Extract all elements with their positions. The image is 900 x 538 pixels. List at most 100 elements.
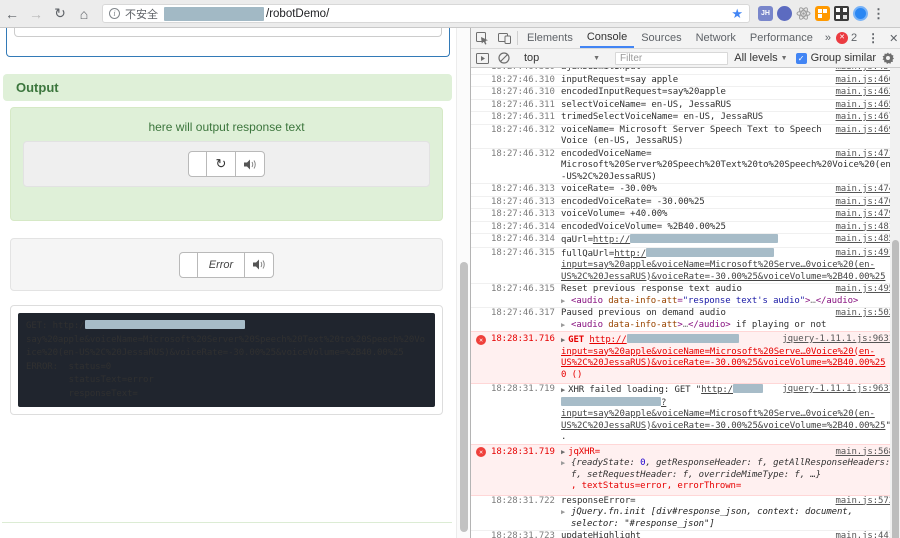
console-settings-gear-icon[interactable] (876, 52, 900, 64)
console-source-link[interactable]: main.js:441 (835, 531, 894, 538)
log-levels-dropdown[interactable]: All levels ▼ (734, 52, 787, 64)
tab-console[interactable]: Console (579, 28, 635, 48)
back-icon[interactable]: ← (0, 6, 24, 22)
reload-icon[interactable]: ↻ (48, 5, 72, 22)
console-text: ajaxSubmitInput (561, 68, 641, 72)
console-url-link[interactable]: http:// (593, 235, 630, 245)
console-message: main.js:481 encodedVoiceVolume= %2B40.00%… (561, 222, 900, 234)
console-source-link[interactable]: main.js:479 (835, 209, 894, 221)
extension-jh-icon[interactable]: JH (758, 6, 773, 21)
extension-blue-icon[interactable] (853, 6, 868, 21)
console-timestamp: 18:27:46.315 (491, 247, 555, 258)
console-source-link[interactable]: main.js:469 (835, 125, 894, 137)
console-source-link[interactable]: main.js:474 (835, 184, 894, 196)
console-message: main.js:469 voiceName= Microsoft Server S… (561, 125, 900, 148)
ondemand-error-button[interactable]: Error (197, 251, 245, 278)
console-scrollbar-thumb[interactable] (891, 240, 899, 538)
console-message: main.js:479 voiceVolume= +40.00% (561, 209, 900, 221)
info-icon[interactable]: i (109, 8, 120, 19)
ondemand-play-button[interactable] (179, 251, 198, 278)
expand-arrow-icon[interactable]: ▶ (561, 507, 571, 530)
console-error-row: ✕ 18:28:31.719 main.js:568 ▶ jqXHR= ▶ {readySt… (471, 443, 900, 496)
extension-orange-icon[interactable] (815, 6, 830, 21)
console-url-link[interactable]: http:/ (701, 385, 733, 395)
console-source-link[interactable]: main.js:502 (835, 308, 894, 320)
console-text: encodedInputRequest=say%20apple (561, 87, 726, 97)
console-row-gutter (471, 87, 491, 99)
inspect-element-icon[interactable] (471, 28, 493, 48)
extension-circle-icon[interactable] (777, 6, 792, 21)
console-source-link[interactable]: main.js:467 (835, 112, 894, 124)
console-message: main.js:474 voiceRate= -30.00% (561, 184, 900, 196)
console-text: , setRequestHeader: (576, 469, 683, 480)
console-source-link[interactable]: main.js:476 (835, 197, 894, 209)
bookmark-star-icon[interactable]: ★ (731, 6, 743, 22)
page-scrollbar-track[interactable] (456, 28, 470, 538)
console-message: main.js:573 responseError= ▶ jQuery.fn.init… (561, 496, 900, 531)
clear-console-icon[interactable] (493, 52, 515, 64)
console-source-link[interactable]: main.js:471 (835, 149, 894, 161)
browser-menu-icon[interactable]: ⋮ (872, 6, 885, 22)
console-source-link[interactable]: main.js:460 (835, 75, 894, 87)
console-text: Reset previous response text audio (561, 284, 742, 294)
input-panel-bottom (6, 28, 450, 57)
console-log-row: 18:27:46.315 main.js:491 fullQaUrl=http:/i… (471, 247, 900, 284)
console-text: updateHighlight (561, 531, 641, 538)
expand-arrow-icon[interactable]: ▶ (561, 458, 571, 481)
expand-arrow-icon[interactable]: ▶ (561, 336, 565, 344)
console-scrollbar-track[interactable] (890, 68, 900, 538)
console-source-link[interactable]: main.js:495 (835, 284, 894, 296)
console-url-link[interactable]: http:/ (614, 249, 646, 259)
console-filter-input[interactable] (615, 51, 729, 65)
console-url-link[interactable]: input=say%20apple&voiceName=Microsoft%20… (561, 347, 886, 369)
console-row-gutter (471, 209, 491, 221)
group-similar-checkbox[interactable]: ✓ (795, 52, 807, 64)
extension-qr-icon[interactable] (834, 6, 849, 21)
audio-play-button[interactable] (188, 151, 207, 177)
next-panel-edge (2, 522, 452, 523)
console-source-link[interactable]: main.js:462 (835, 87, 894, 99)
expand-arrow-icon[interactable]: ▶ (561, 386, 565, 394)
response-audio-well: ↻ (23, 141, 430, 187)
more-tabs-button[interactable]: » (820, 28, 836, 48)
console-text: Microsoft%20Server%20Speech%20Text%20to%… (561, 160, 891, 182)
device-toolbar-icon[interactable] (493, 28, 515, 48)
console-source-link[interactable]: jquery-1.11.1.js:9631 (782, 384, 894, 396)
console-row-gutter: ✕ (471, 334, 491, 381)
console-url-link[interactable]: http:// (589, 335, 626, 345)
console-source-link[interactable]: main.js:573 (835, 496, 894, 508)
console-text: encodedVoiceRate= -30.00%25 (561, 196, 705, 207)
console-source-link[interactable]: main.js:491 (835, 248, 894, 260)
tab-network[interactable]: Network (689, 28, 743, 48)
expand-arrow-icon[interactable]: ▶ (561, 320, 571, 332)
home-icon[interactable]: ⌂ (72, 6, 96, 22)
extension-atom-icon[interactable] (796, 6, 811, 21)
forward-icon[interactable]: → (24, 6, 48, 22)
page-scrollbar-thumb[interactable] (460, 262, 468, 532)
console-source-link[interactable]: main.js:465 (835, 100, 894, 112)
console-source-link[interactable]: main.js:457 (835, 68, 894, 74)
audio-volume-button[interactable] (235, 151, 265, 177)
tab-sources[interactable]: Sources (634, 28, 688, 48)
console-sidebar-icon[interactable] (471, 52, 493, 64)
address-bar[interactable]: i 不安全 /robotDemo/ ★ (102, 4, 750, 23)
tab-performance[interactable]: Performance (743, 28, 820, 48)
text-input-bottom[interactable] (14, 28, 442, 37)
redacted-text (646, 247, 775, 257)
audio-refresh-button[interactable]: ↻ (206, 151, 236, 177)
console-source-link[interactable]: jquery-1.11.1.js:9631 (782, 334, 894, 346)
expand-arrow-icon[interactable]: ▶ (561, 448, 565, 456)
devtools-close-icon[interactable]: ✕ (884, 32, 900, 45)
tab-elements[interactable]: Elements (520, 28, 580, 48)
console-source-link[interactable]: main.js:485 (835, 234, 894, 246)
console-message-line: ▶ {readyState: 0, getResponseHeader: f, g… (561, 458, 894, 481)
console-source-link[interactable]: main.js:568 (835, 447, 894, 459)
devtools-menu-icon[interactable]: ⋮ (862, 31, 884, 45)
context-selector[interactable]: top ▼ (520, 52, 604, 64)
ondemand-volume-button[interactable] (244, 251, 274, 278)
console-url-link[interactable]: input=say%20apple&voiceName=Microsoft%20… (561, 260, 886, 282)
expand-arrow-icon[interactable]: ▶ (561, 296, 571, 308)
console-log-row: 18:27:46.313 main.js:476 encodedVoiceRate=… (471, 196, 900, 209)
console-source-link[interactable]: main.js:481 (835, 222, 894, 234)
console-text: 0 () (561, 369, 583, 380)
